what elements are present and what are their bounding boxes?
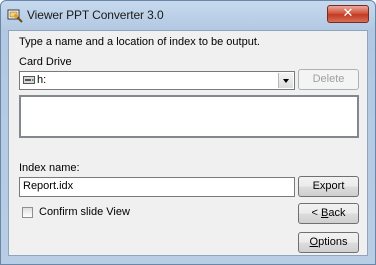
chevron-down-icon: [283, 79, 289, 83]
back-button-prefix: <: [311, 207, 321, 219]
dropdown-button[interactable]: [278, 73, 293, 88]
back-button[interactable]: < Back: [298, 203, 359, 224]
app-icon: [7, 9, 23, 23]
dialog-client-area: Type a name and a location of index to b…: [8, 30, 368, 256]
options-button[interactable]: Options: [298, 232, 359, 253]
window-title: Viewer PPT Converter 3.0: [27, 8, 164, 22]
export-button[interactable]: Export: [298, 176, 359, 197]
drive-icon: [23, 76, 35, 84]
index-name-input[interactable]: Report.idx: [19, 177, 295, 197]
card-drive-label: Card Drive: [19, 56, 72, 68]
card-drive-select[interactable]: h:: [19, 71, 295, 90]
confirm-slide-view-label: Confirm slide View: [39, 206, 130, 218]
close-icon: ✕: [342, 5, 354, 20]
index-name-label: Index name:: [19, 162, 80, 174]
confirm-slide-view-checkbox[interactable]: [22, 207, 33, 218]
close-button[interactable]: ✕: [327, 5, 369, 23]
drive-list-box[interactable]: [19, 95, 359, 138]
card-drive-value: h:: [37, 74, 47, 86]
title-bar[interactable]: Viewer PPT Converter 3.0 ✕: [1, 1, 375, 29]
options-button-mnemonic: O: [309, 236, 319, 248]
back-button-rest: ack: [328, 207, 346, 219]
delete-button[interactable]: Delete: [298, 69, 359, 90]
options-button-rest: ptions: [318, 236, 348, 248]
instruction-text: Type a name and a location of index to b…: [19, 36, 260, 48]
dialog-window: Viewer PPT Converter 3.0 ✕ Type a name a…: [0, 0, 376, 265]
